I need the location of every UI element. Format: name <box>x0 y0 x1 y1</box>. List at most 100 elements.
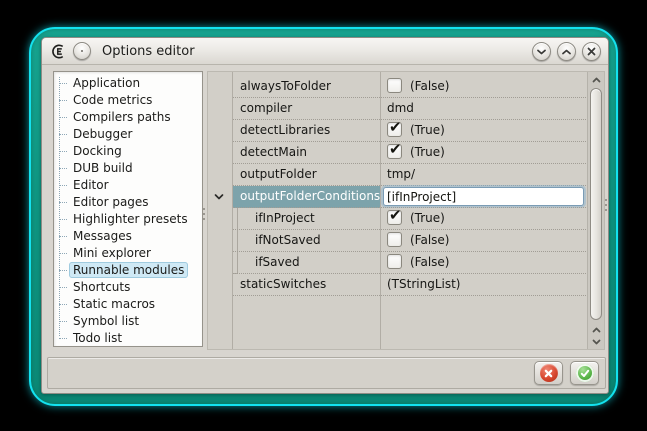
sidebar-item-label: Code metrics <box>69 92 156 108</box>
property-row[interactable]: alwaysToFolder (False) <box>208 76 586 98</box>
property-value[interactable]: (False) <box>381 76 586 98</box>
scrollbar-thumb[interactable] <box>590 88 602 320</box>
categories-tree: ApplicationCode metricsCompilers pathsDe… <box>54 72 202 347</box>
chevron-up-icon <box>592 77 601 83</box>
property-name[interactable]: detectMain <box>233 142 380 164</box>
sidebar-item-label: Docking <box>69 143 126 159</box>
sidebar-item-label: Application <box>69 75 144 91</box>
window-outer-frame: Options editor ApplicationCode metricsCo… <box>29 27 618 406</box>
titlebar[interactable]: Options editor <box>42 38 608 65</box>
sidebar-item[interactable]: Docking <box>54 143 202 160</box>
property-checkbox[interactable] <box>387 254 402 269</box>
property-name[interactable]: outputFolderConditions <box>233 186 380 208</box>
maximize-button[interactable] <box>557 42 576 61</box>
property-checkbox[interactable]: ✔ <box>387 210 402 225</box>
sidebar-item[interactable]: Shortcuts <box>54 279 202 296</box>
sidebar-item[interactable]: Symbol list <box>54 313 202 330</box>
property-value-label: (True) <box>410 145 445 159</box>
sidebar-item[interactable]: Debugger <box>54 126 202 143</box>
property-name[interactable]: staticSwitches <box>233 274 380 296</box>
property-value[interactable]: (False) <box>381 230 586 252</box>
property-value[interactable]: (TStringList) <box>381 274 586 296</box>
sidebar-item[interactable]: DUB build <box>54 160 202 177</box>
property-value-label: (False) <box>410 233 450 247</box>
check-circle-green-icon <box>576 364 594 382</box>
close-button[interactable] <box>582 42 601 61</box>
checkmark-icon: ✔ <box>389 139 402 160</box>
sidebar-item-label: Compilers paths <box>69 109 175 125</box>
grid-vertical-scrollbar[interactable] <box>587 72 604 349</box>
property-row[interactable]: ifSaved (False) <box>208 252 586 274</box>
cancel-button[interactable] <box>534 361 563 385</box>
coedit-logo-icon <box>50 43 67 60</box>
property-name[interactable]: ifSaved <box>233 252 380 274</box>
sidebar-item[interactable]: Static macros <box>54 296 202 313</box>
property-value-label: (False) <box>410 79 450 93</box>
property-rows: alwaysToFolder (False) compiler dmd dete… <box>208 76 586 296</box>
sidebar-item-label: Editor <box>69 177 113 193</box>
sidebar-item[interactable]: Application <box>54 75 202 92</box>
sidebar-item-label: Debugger <box>69 126 136 142</box>
sidebar-item[interactable]: Messages <box>54 228 202 245</box>
x-circle-red-icon <box>540 364 558 382</box>
scroll-up-button[interactable] <box>590 74 603 85</box>
scroll-up-button-bottom[interactable] <box>590 324 603 335</box>
accept-button[interactable] <box>570 361 599 385</box>
property-value[interactable]: ✔ (True) <box>381 208 586 230</box>
sidebar-item[interactable]: Compilers paths <box>54 109 202 126</box>
sidebar-item[interactable]: Todo list <box>54 330 202 347</box>
property-row[interactable]: staticSwitches (TStringList) <box>208 274 586 296</box>
property-value[interactable]: (False) <box>381 252 586 274</box>
property-value[interactable]: tmp/ <box>381 164 586 186</box>
sidebar-item[interactable]: Code metrics <box>54 92 202 109</box>
dot-icon <box>81 50 83 52</box>
sidebar-item-label: Static macros <box>69 296 159 312</box>
sidebar-item[interactable]: Editor <box>54 177 202 194</box>
property-checkbox[interactable]: ✔ <box>387 122 402 137</box>
property-name[interactable]: ifNotSaved <box>233 230 380 252</box>
property-name[interactable]: outputFolder <box>233 164 380 186</box>
window-resize-grip[interactable] <box>605 199 607 201</box>
sidebar-item-label: Shortcuts <box>69 279 134 295</box>
property-row[interactable]: ifNotSaved (False) <box>208 230 586 252</box>
sidebar-item-label: Mini explorer <box>69 245 155 261</box>
property-value-label: (True) <box>410 123 445 137</box>
property-value-label: (True) <box>410 211 445 225</box>
property-name[interactable]: alwaysToFolder <box>233 76 380 98</box>
property-value[interactable]: ✔ (True) <box>381 120 586 142</box>
sidebar-item[interactable]: Runnable modules <box>54 262 202 279</box>
window-menu-button[interactable] <box>73 42 91 60</box>
property-value[interactable] <box>381 186 586 208</box>
sidebar-item-label: Editor pages <box>69 194 153 210</box>
property-name[interactable]: detectLibraries <box>233 120 380 142</box>
splitter-handle[interactable] <box>203 208 205 210</box>
expander-chevron-down-icon[interactable] <box>213 193 225 201</box>
property-checkbox[interactable] <box>387 78 402 93</box>
property-checkbox[interactable]: ✔ <box>387 144 402 159</box>
sidebar-item[interactable]: Mini explorer <box>54 245 202 262</box>
chevron-up-icon <box>561 48 572 56</box>
chevron-down-icon <box>592 339 601 345</box>
property-row[interactable]: ifInProject ✔ (True) <box>208 208 586 230</box>
minimize-button[interactable] <box>532 42 551 61</box>
sidebar-item-label: Messages <box>69 228 136 244</box>
checkmark-icon: ✔ <box>389 117 402 138</box>
sidebar-item-label: Todo list <box>69 330 126 346</box>
checkmark-icon: ✔ <box>389 205 402 226</box>
property-name[interactable]: ifInProject <box>233 208 380 230</box>
property-name[interactable]: compiler <box>233 98 380 120</box>
property-row[interactable]: detectMain ✔ (True) <box>208 142 586 164</box>
sidebar-item[interactable]: Editor pages <box>54 194 202 211</box>
property-row[interactable]: outputFolder tmp/ <box>208 164 586 186</box>
categories-list: ApplicationCode metricsCompilers pathsDe… <box>53 71 203 347</box>
window-title: Options editor <box>102 38 195 65</box>
scroll-down-button[interactable] <box>590 336 603 347</box>
sidebar-item[interactable]: Highlighter presets <box>54 211 202 228</box>
property-value-input[interactable] <box>383 187 584 206</box>
desktop-background: Options editor ApplicationCode metricsCo… <box>0 0 647 431</box>
property-checkbox[interactable] <box>387 232 402 247</box>
footer-bar <box>47 357 606 389</box>
sidebar-item-label: Symbol list <box>69 313 143 329</box>
property-value[interactable]: dmd <box>381 98 586 120</box>
property-value[interactable]: ✔ (True) <box>381 142 586 164</box>
